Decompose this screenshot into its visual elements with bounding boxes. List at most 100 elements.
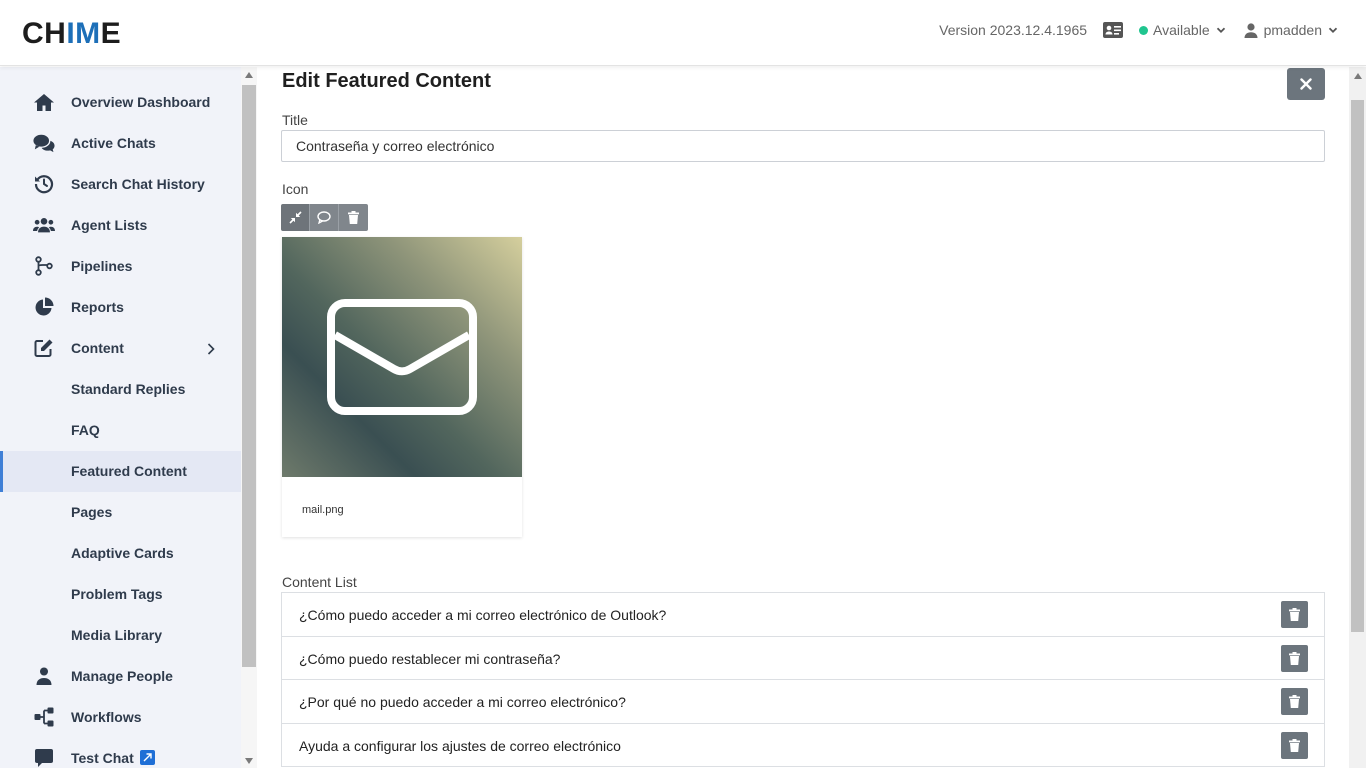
sidebar-item-manage-people[interactable]: Manage People (0, 656, 241, 697)
sidebar-item-overview-dashboard[interactable]: Overview Dashboard (0, 82, 241, 123)
sidebar-item-media-library[interactable]: Media Library (0, 615, 241, 656)
list-item[interactable]: ¿Cómo puedo acceder a mi correo electrón… (282, 593, 1324, 637)
comment-button[interactable] (310, 204, 339, 231)
trash-icon (1289, 695, 1300, 708)
sidebar-item-standard-replies[interactable]: Standard Replies (0, 369, 241, 410)
scroll-down-arrow-icon[interactable] (245, 758, 253, 764)
title-label: Title (282, 112, 308, 128)
sidebar-item-label: Reports (71, 299, 124, 315)
sidebar-item-label: Agent Lists (71, 217, 148, 233)
top-header: CHIME Version 2023.12.4.1965 Available p… (0, 0, 1366, 66)
icon-label: Icon (282, 181, 309, 197)
chevron-right-icon (207, 343, 215, 355)
users-icon (33, 215, 55, 235)
list-item[interactable]: ¿Cómo puedo restablecer mi contraseña? (282, 637, 1324, 680)
sidebar-item-label: Active Chats (71, 135, 156, 151)
external-link-icon (139, 750, 155, 765)
page-title: Edit Featured Content (282, 70, 491, 92)
sidebar-item-label: Search Chat History (71, 176, 205, 192)
chat-bubbles-icon (33, 133, 55, 153)
sidebar-item-active-chats[interactable]: Active Chats (0, 123, 241, 164)
user-icon (33, 666, 55, 686)
sidebar-item-label: Pipelines (71, 258, 133, 274)
home-icon (33, 92, 55, 112)
sidebar-item-label: Pages (71, 504, 113, 520)
edit-icon (33, 338, 55, 358)
sidebar-item-test-chat[interactable]: Test Chat (0, 738, 241, 768)
sidebar-item-reports[interactable]: Reports (0, 287, 241, 328)
history-icon (33, 174, 55, 194)
list-item-text: ¿Cómo puedo restablecer mi contraseña? (299, 650, 561, 667)
chat-icon (33, 748, 55, 768)
logo-text-prefix: CH (22, 17, 67, 50)
resize-button[interactable] (281, 204, 310, 231)
close-icon (1300, 78, 1312, 90)
sidebar-item-adaptive-cards[interactable]: Adaptive Cards (0, 533, 241, 574)
main-scrollbar-thumb[interactable] (1351, 100, 1364, 632)
compress-icon (288, 211, 302, 224)
sidebar-item-label: Media Library (71, 627, 163, 643)
version-label: Version 2023.12.4.1965 (939, 22, 1088, 38)
list-item[interactable]: Ayuda a configurar los ajustes de correo… (282, 724, 1324, 767)
status-dot (1139, 25, 1149, 35)
sidebar-item-problem-tags[interactable]: Problem Tags (0, 574, 241, 615)
logo-text-accent: IM (66, 17, 101, 50)
list-item-text: Ayuda a configurar los ajustes de correo… (299, 737, 621, 754)
mail-image-thumbnail (282, 237, 522, 477)
chime-logo[interactable]: CHIME (22, 19, 121, 49)
status-label: Available (1153, 22, 1210, 38)
close-button[interactable] (1287, 68, 1325, 100)
sidebar-item-label: Problem Tags (71, 586, 163, 602)
username-label: pmadden (1263, 22, 1322, 38)
sidebar-nav: Overview Dashboard Active Chats Search C… (0, 67, 241, 768)
content-list: ¿Cómo puedo acceder a mi correo electrón… (281, 592, 1325, 767)
delete-item-button[interactable] (1281, 688, 1308, 715)
title-input[interactable] (281, 130, 1325, 162)
delete-item-button[interactable] (1281, 644, 1308, 672)
sidebar-item-featured-content[interactable]: Featured Content (0, 451, 241, 492)
workflow-icon (33, 707, 55, 727)
sidebar-scrollbar-thumb[interactable] (242, 85, 256, 667)
trash-icon (1289, 651, 1300, 665)
list-item-text: ¿Cómo puedo acceder a mi correo electrón… (299, 607, 667, 623)
scroll-up-arrow-icon[interactable] (1354, 73, 1362, 79)
delete-item-button[interactable] (1281, 601, 1308, 628)
sidebar-item-faq[interactable]: FAQ (0, 410, 241, 451)
icon-image-card[interactable]: mail.png (282, 237, 522, 537)
sidebar-item-label: FAQ (71, 422, 100, 438)
comment-icon (317, 211, 331, 224)
sidebar-item-content[interactable]: Content (0, 328, 241, 369)
trash-icon (1289, 608, 1300, 621)
delete-icon-button[interactable] (339, 204, 368, 231)
scroll-up-arrow-icon[interactable] (245, 72, 253, 78)
chevron-down-icon (1328, 27, 1338, 33)
sidebar-item-workflows[interactable]: Workflows (0, 697, 241, 738)
icon-toolbar (281, 204, 368, 231)
status-dropdown[interactable]: Available (1139, 22, 1226, 38)
sidebar-item-label-wrap: Test Chat (71, 750, 155, 766)
sidebar-item-label: Test Chat (71, 750, 134, 766)
logo-text-suffix: E (100, 17, 122, 50)
icon-file-name: mail.png (302, 504, 344, 516)
sidebar-item-agent-lists[interactable]: Agent Lists (0, 205, 241, 246)
sidebar-item-label: Content (71, 340, 124, 356)
delete-item-button[interactable] (1281, 731, 1308, 759)
sidebar-item-pages[interactable]: Pages (0, 492, 241, 533)
sidebar-item-pipelines[interactable]: Pipelines (0, 246, 241, 287)
trash-icon (1289, 738, 1300, 752)
header-right: Version 2023.12.4.1965 Available pmadden (939, 22, 1338, 38)
sidebar-item-label: Manage People (71, 668, 173, 684)
sidebar-item-label: Workflows (71, 709, 142, 725)
envelope-icon (327, 299, 477, 415)
user-icon (1244, 22, 1258, 38)
list-item[interactable]: ¿Por qué no puedo acceder a mi correo el… (282, 680, 1324, 724)
list-item-text: ¿Por qué no puedo acceder a mi correo el… (299, 694, 626, 710)
sidebar-item-label: Overview Dashboard (71, 94, 211, 110)
pie-chart-icon (33, 297, 55, 317)
sidebar-item-search-chat-history[interactable]: Search Chat History (0, 164, 241, 205)
trash-icon (348, 211, 359, 224)
content-list-label: Content List (282, 574, 357, 590)
id-card-icon[interactable] (1103, 22, 1124, 38)
sidebar-item-label: Featured Content (71, 463, 187, 479)
user-menu[interactable]: pmadden (1244, 22, 1338, 38)
